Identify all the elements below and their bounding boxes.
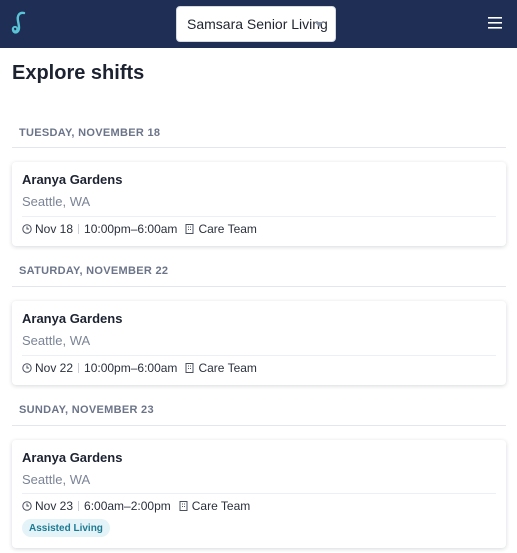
chevron-down-icon (315, 22, 323, 27)
shift-card[interactable]: Aranya Gardens Seattle, WA Nov 22 10:00p… (12, 301, 506, 385)
card-divider (22, 216, 496, 217)
shift-card[interactable]: Aranya Gardens Seattle, WA Nov 23 6:00am… (12, 440, 506, 548)
page-title: Explore shifts (12, 62, 145, 84)
shift-team: Care Team (198, 361, 257, 375)
shift-date: Nov 22 (35, 361, 74, 375)
divider (12, 286, 506, 287)
shift-time: 10:00pm–6:00am (84, 222, 178, 236)
shift-meta: Nov 22 10:00pm–6:00am Care Team (22, 361, 257, 375)
facility-location: Seattle, WA (22, 472, 91, 487)
facility-name: Aranya Gardens (22, 450, 123, 465)
date-group-header: SATURDAY, NOVEMBER 22 (19, 265, 169, 277)
facility-location: Seattle, WA (22, 194, 91, 209)
meta-separator (78, 501, 80, 511)
building-icon (185, 224, 194, 234)
shift-card[interactable]: Aranya Gardens Seattle, WA Nov 18 10:00p… (12, 162, 506, 246)
shift-date: Nov 18 (35, 222, 74, 236)
organization-select-label: Samsara Senior Living (187, 16, 328, 32)
shift-meta: Nov 18 10:00pm–6:00am Care Team (22, 222, 257, 236)
clock-icon (22, 501, 32, 511)
facility-location: Seattle, WA (22, 333, 91, 348)
divider (12, 147, 506, 148)
date-group-header: SUNDAY, NOVEMBER 23 (19, 404, 154, 416)
shift-date: Nov 23 (35, 499, 74, 513)
clock-icon (22, 363, 32, 373)
card-divider (22, 355, 496, 356)
building-icon (179, 501, 188, 511)
organization-select[interactable]: Samsara Senior Living (176, 6, 336, 42)
shift-time: 6:00am–2:00pm (84, 499, 171, 513)
care-type-tag: Assisted Living (22, 519, 110, 537)
facility-name: Aranya Gardens (22, 311, 123, 326)
card-divider (22, 493, 496, 494)
hook-logo-icon[interactable] (10, 10, 28, 36)
divider (12, 425, 506, 426)
clock-icon (22, 224, 32, 234)
building-icon (185, 363, 194, 373)
hamburger-menu-icon[interactable] (488, 16, 502, 30)
shift-team: Care Team (198, 222, 257, 236)
date-group-header: TUESDAY, NOVEMBER 18 (19, 127, 161, 139)
shift-team: Care Team (191, 499, 251, 513)
facility-name: Aranya Gardens (22, 172, 123, 187)
meta-separator (78, 363, 80, 373)
meta-separator (78, 224, 80, 234)
shift-meta: Nov 23 6:00am–2:00pm Care Team (22, 499, 250, 513)
top-navigation-bar: Samsara Senior Living (0, 0, 517, 48)
shift-time: 10:00pm–6:00am (84, 361, 178, 375)
